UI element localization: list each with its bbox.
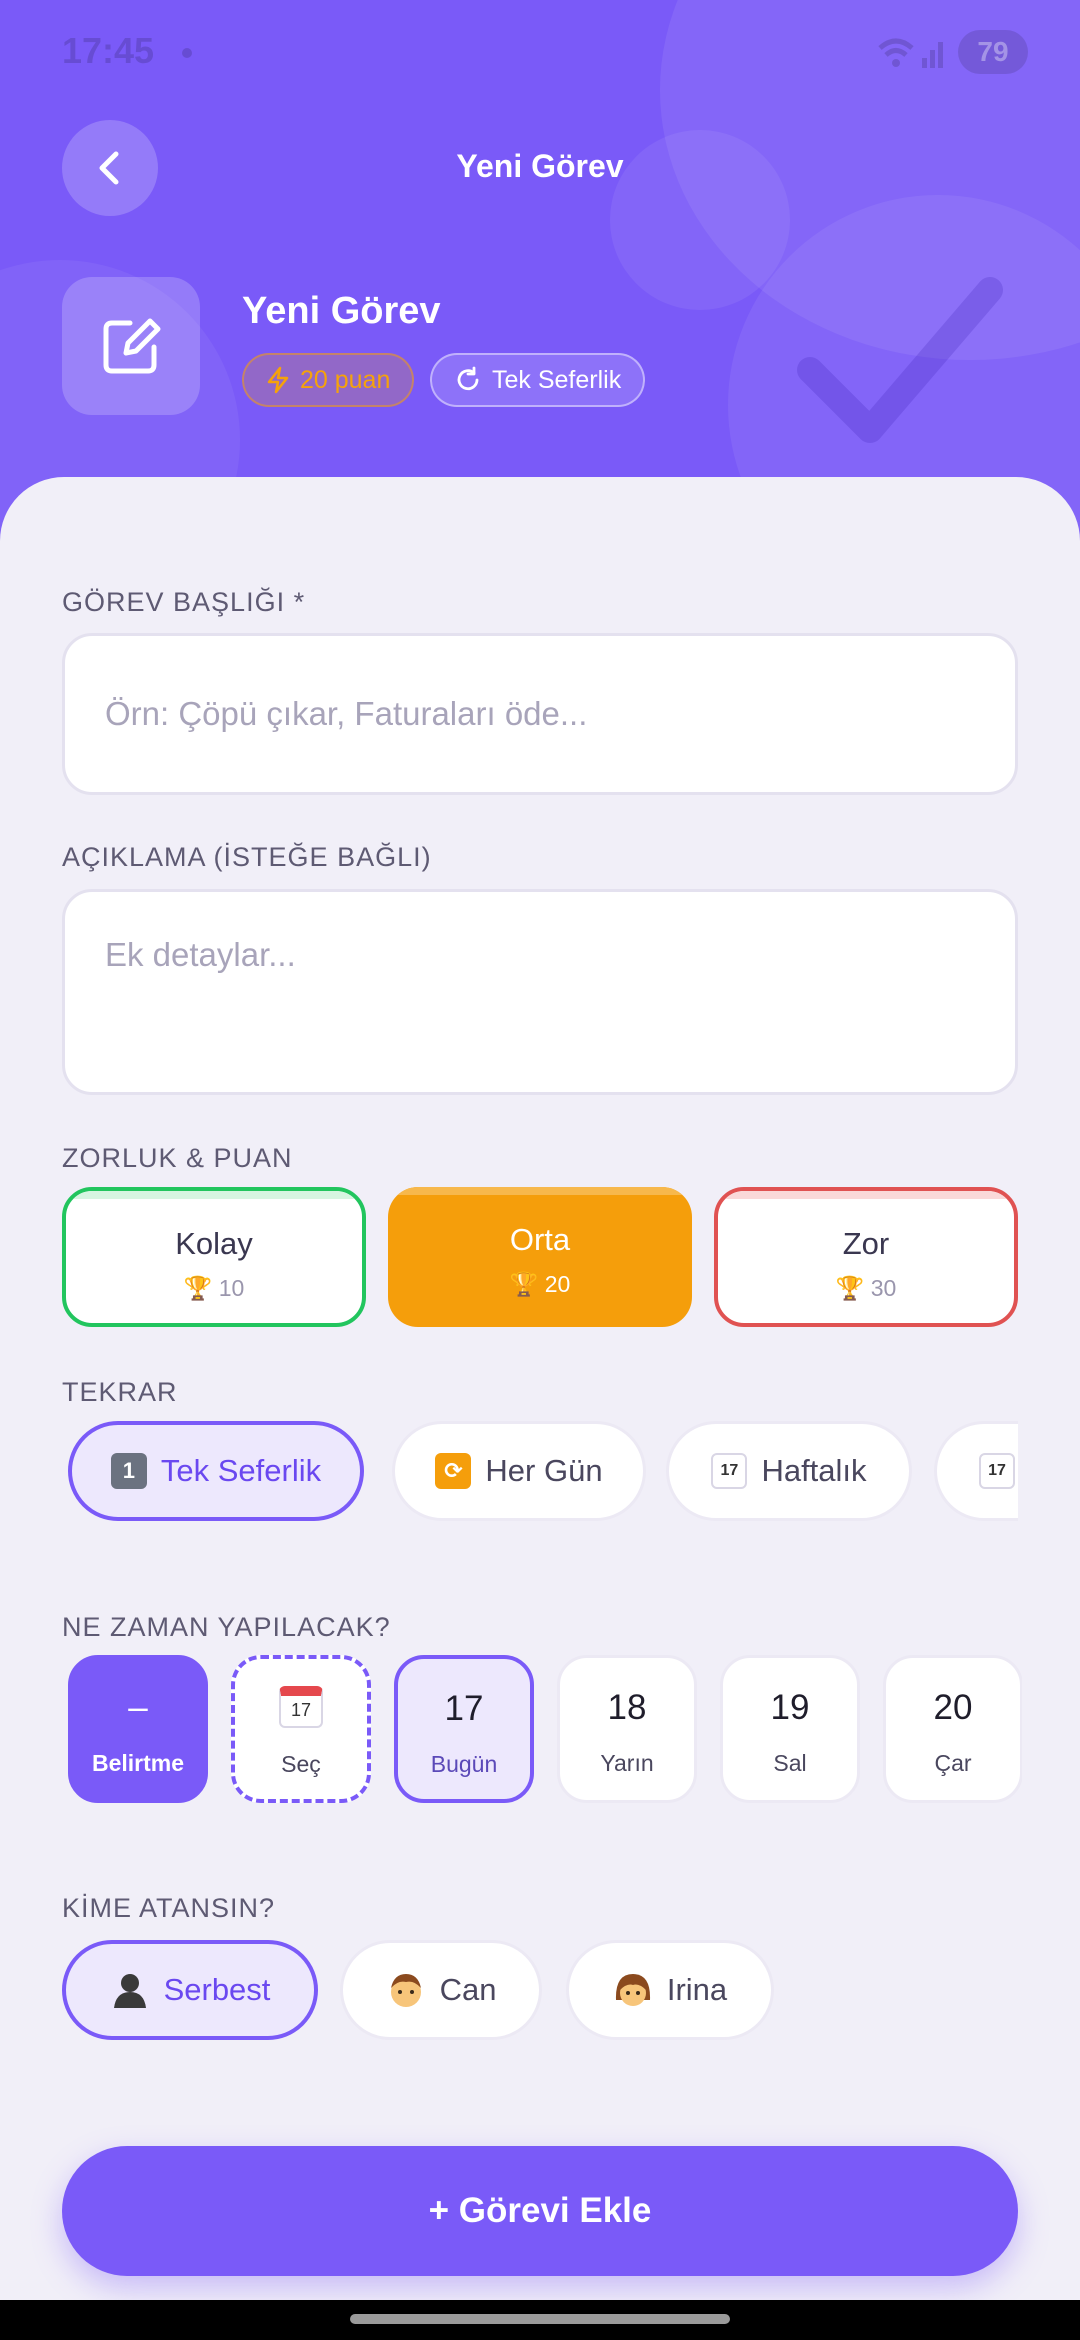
date-label: Sal bbox=[773, 1750, 807, 1776]
add-task-button[interactable]: + Görevi Ekle bbox=[62, 2146, 1018, 2276]
battery-indicator: 79 bbox=[958, 30, 1028, 74]
assign-label: KİME ATANSIN? bbox=[62, 1893, 276, 1923]
date-number: 17 bbox=[444, 1689, 484, 1728]
task-icon-box bbox=[62, 277, 200, 415]
status-bar: 17:45 79 bbox=[62, 30, 1028, 74]
repeat-once-label: Tek Seferlik bbox=[160, 1453, 322, 1488]
date-label: Bugün bbox=[430, 1751, 498, 1777]
repeat-once-button[interactable]: 1 Tek Seferlik bbox=[68, 1421, 364, 1521]
description-textarea[interactable]: Ek detaylar... bbox=[62, 889, 1018, 1095]
task-name-preview: Yeni Görev bbox=[242, 290, 441, 332]
difficulty-medium-button[interactable]: Orta 🏆 20 bbox=[388, 1187, 692, 1327]
task-title-input[interactable]: Örn: Çöpü çıkar, Faturaları öde... bbox=[62, 633, 1018, 795]
difficulty-name: Zor bbox=[842, 1226, 890, 1261]
home-handle[interactable] bbox=[350, 2314, 730, 2324]
difficulty-points: 🏆 30 bbox=[718, 1275, 1014, 1302]
date-pick-button[interactable]: 17 Seç bbox=[231, 1655, 371, 1803]
repeat-label: TEKRAR bbox=[62, 1377, 178, 1407]
repeat-daily-label: Her Gün bbox=[485, 1453, 603, 1488]
signal-icons bbox=[876, 36, 946, 79]
date-wednesday-button[interactable]: 20 Çar bbox=[883, 1655, 1022, 1803]
assign-irina-button[interactable]: Irina bbox=[566, 1940, 774, 2040]
date-options: – Belirtme 17 Seç 17 Bugün 18 Yarın 19 S… bbox=[62, 1652, 1022, 1812]
system-nav-bar bbox=[0, 2300, 1080, 2340]
date-label: Belirtme bbox=[91, 1750, 185, 1776]
title-label: GÖREV BAŞLIĞI * bbox=[62, 587, 306, 617]
difficulty-stripe bbox=[718, 1191, 1014, 1199]
calendar-icon: 17 bbox=[235, 1685, 367, 1728]
date-number: 20 bbox=[933, 1688, 973, 1727]
date-dash: – bbox=[128, 1688, 148, 1727]
calendar-icon: 17 bbox=[979, 1453, 1015, 1489]
date-tuesday-button[interactable]: 19 Sal bbox=[720, 1655, 860, 1803]
difficulty-points-value: 30 bbox=[870, 1275, 897, 1301]
date-label: Çar bbox=[934, 1750, 972, 1776]
points-chip: 20 puan bbox=[242, 353, 415, 407]
difficulty-stripe bbox=[66, 1191, 362, 1199]
assignee-name: Irina bbox=[666, 1972, 728, 2007]
difficulty-points-value: 10 bbox=[218, 1275, 245, 1301]
difficulty-hard-button[interactable]: Zor 🏆 30 bbox=[714, 1187, 1018, 1327]
edit-icon bbox=[103, 318, 161, 374]
date-number: 19 bbox=[770, 1688, 810, 1727]
repeat-arrows-icon: ⟳ bbox=[435, 1453, 472, 1489]
frequency-chip-label: Tek Seferlik bbox=[492, 365, 622, 394]
status-time: 17:45 bbox=[62, 30, 155, 71]
calendar-icon: 17 bbox=[711, 1453, 748, 1489]
date-label: Seç bbox=[281, 1751, 321, 1777]
date-label: Yarın bbox=[600, 1750, 654, 1776]
trophy-icon: 🏆 bbox=[183, 1275, 213, 1301]
when-label: NE ZAMAN YAPILACAK? bbox=[62, 1612, 391, 1642]
lightning-icon bbox=[267, 366, 289, 394]
repeat-options: 1 Tek Seferlik ⟳ Her Gün 17 Haftalık 17 bbox=[62, 1418, 1018, 1528]
difficulty-name: Kolay bbox=[175, 1226, 253, 1261]
assignee-name: Can bbox=[439, 1972, 497, 2007]
date-tomorrow-button[interactable]: 18 Yarın bbox=[557, 1655, 697, 1803]
person-silhouette-icon bbox=[113, 1974, 146, 2008]
assignee-name: Serbest bbox=[163, 1972, 271, 2007]
repeat-daily-button[interactable]: ⟳ Her Gün bbox=[392, 1421, 646, 1521]
date-today-button[interactable]: 17 Bugün bbox=[394, 1655, 534, 1803]
points-chip-label: 20 puan bbox=[300, 365, 391, 394]
refresh-icon bbox=[457, 366, 479, 391]
girl-face-icon bbox=[615, 1974, 650, 2006]
difficulty-points: 🏆 10 bbox=[66, 1275, 362, 1302]
difficulty-points-value: 20 bbox=[544, 1271, 571, 1297]
difficulty-name: Orta bbox=[509, 1222, 571, 1257]
date-number: 18 bbox=[607, 1688, 647, 1727]
trophy-icon: 🏆 bbox=[509, 1271, 539, 1297]
repeat-monthly-button[interactable]: 17 bbox=[934, 1421, 1018, 1521]
difficulty-easy-button[interactable]: Kolay 🏆 10 bbox=[62, 1187, 366, 1327]
difficulty-stripe bbox=[388, 1187, 692, 1195]
boy-face-icon bbox=[390, 1974, 421, 2007]
difficulty-points: 🏆 20 bbox=[388, 1271, 692, 1298]
repeat-weekly-label: Haftalık bbox=[761, 1453, 867, 1488]
description-label: AÇIKLAMA (İSTEĞE BAĞLI) bbox=[62, 842, 432, 872]
difficulty-label: ZORLUK & PUAN bbox=[62, 1143, 293, 1173]
page-title: Yeni Görev bbox=[456, 148, 624, 184]
frequency-chip: Tek Seferlik bbox=[430, 353, 646, 407]
repeat-weekly-button[interactable]: 17 Haftalık bbox=[666, 1421, 912, 1521]
assign-free-button[interactable]: Serbest bbox=[62, 1940, 318, 2040]
keycap-one-icon: 1 bbox=[110, 1453, 147, 1489]
wifi-icon bbox=[878, 38, 943, 68]
date-none-button[interactable]: – Belirtme bbox=[68, 1655, 208, 1803]
header: 17:45 79 Yeni Görev Yeni Görev 20 puan T… bbox=[0, 0, 1080, 560]
notification-dot-icon bbox=[182, 48, 192, 58]
assign-can-button[interactable]: Can bbox=[340, 1940, 542, 2040]
trophy-icon: 🏆 bbox=[835, 1275, 865, 1301]
checkmark-decor-icon bbox=[797, 277, 1003, 443]
